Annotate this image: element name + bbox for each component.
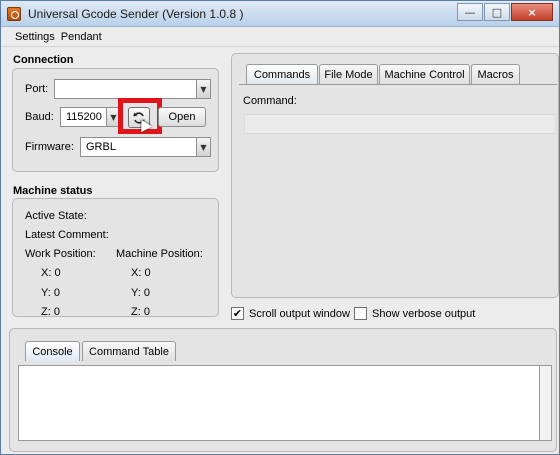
console-scrollbar[interactable] [539,365,552,441]
tab-macros[interactable]: Macros [471,64,520,84]
title-bar[interactable]: Universal Gcode Sender (Version 1.0.8 ) … [1,1,559,27]
tab-commands[interactable]: Commands [246,64,318,84]
baud-label: Baud: [25,111,54,123]
tab-divider [239,84,557,85]
work-y-value: Y: 0 [41,287,60,299]
minimize-button[interactable]: — [457,3,483,21]
work-position-label: Work Position: [25,248,96,260]
menu-bar: Settings Pendant [1,27,559,47]
command-input[interactable] [244,114,556,134]
right-panel [231,53,559,298]
scroll-output-label: Scroll output window [249,308,350,320]
window-controls: — □ × [456,3,553,21]
open-button[interactable]: Open [158,107,206,127]
tab-console[interactable]: Console [25,341,80,361]
latest-comment-label: Latest Comment: [25,229,109,241]
firmware-value: GRBL [86,141,116,153]
baud-combo[interactable]: 115200 ▼ [60,107,121,127]
work-z-value: Z: 0 [41,306,60,318]
work-x-value: X: 0 [41,267,61,279]
tab-file-mode[interactable]: File Mode [319,64,378,84]
machine-x-value: X: 0 [131,267,151,279]
firmware-combo[interactable]: GRBL ▼ [80,137,211,157]
connection-title: Connection [13,54,74,66]
chevron-down-icon: ▼ [196,138,210,156]
verbose-output-checkbox[interactable] [354,307,367,320]
tab-machine-control[interactable]: Machine Control [379,64,470,84]
maximize-button[interactable]: □ [484,3,510,21]
close-button[interactable]: × [511,3,553,21]
scroll-output-checkbox[interactable]: ✔ [231,307,244,320]
port-label: Port: [25,83,49,95]
chevron-down-icon: ▼ [196,80,210,98]
verbose-output-label: Show verbose output [372,308,476,320]
command-label: Command: [243,95,297,107]
machine-position-label: Machine Position: [116,248,203,260]
menu-settings[interactable]: Settings [15,31,55,43]
menu-pendant[interactable]: Pendant [61,31,102,43]
machine-y-value: Y: 0 [131,287,150,299]
console-output[interactable] [18,365,552,441]
tab-command-table[interactable]: Command Table [82,341,176,361]
port-combo[interactable]: ▼ [54,79,211,99]
window-title: Universal Gcode Sender (Version 1.0.8 ) [28,7,244,21]
machine-z-value: Z: 0 [131,306,150,318]
active-state-label: Active State: [25,210,87,222]
app-window: Universal Gcode Sender (Version 1.0.8 ) … [0,0,560,455]
baud-value: 115200 [66,111,102,123]
firmware-label: Firmware: [25,141,74,153]
machine-status-title: Machine status [13,185,93,197]
app-icon [7,7,21,21]
